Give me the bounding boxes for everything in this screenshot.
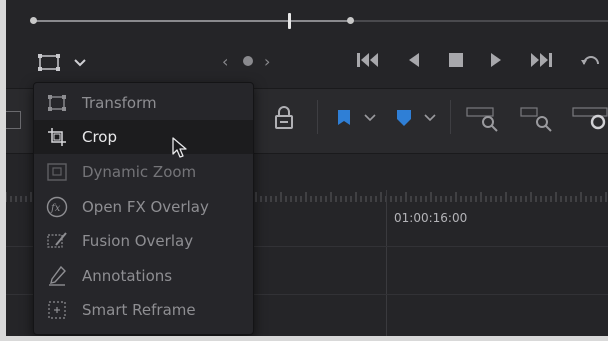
flag-icon[interactable]: [335, 108, 353, 128]
marker-chevron-down-icon[interactable]: [424, 113, 436, 123]
ruler-timecode: 01:00:16:00: [394, 211, 468, 225]
menu-item-label: Dynamic Zoom: [82, 163, 197, 181]
flag-chevron-down-icon[interactable]: [364, 113, 376, 123]
marker-icon[interactable]: [395, 108, 413, 128]
detail-zoom-icon[interactable]: [520, 104, 556, 132]
next-clip-arrow-icon[interactable]: ›: [264, 52, 270, 71]
scrubber-start-dot: [30, 17, 37, 24]
transform-rect-icon: [38, 54, 60, 71]
fx-icon: fx: [46, 196, 68, 218]
menu-item-smart-reframe[interactable]: Smart Reframe: [34, 293, 253, 327]
menu-item-label: Smart Reframe: [82, 301, 196, 319]
crop-icon: [48, 128, 66, 146]
image-border: [0, 336, 608, 341]
menu-item-label: Annotations: [82, 267, 173, 285]
pen-icon: [49, 265, 66, 286]
scrubber-end-dot[interactable]: [347, 17, 354, 24]
menu-item-fusion-overlay[interactable]: Fusion Overlay: [34, 224, 253, 258]
menu-item-label: Transform: [82, 94, 157, 112]
loop-icon[interactable]: [578, 50, 608, 70]
full-extent-zoom-icon[interactable]: [466, 104, 502, 132]
current-clip-dot-icon: [243, 56, 253, 66]
toolbar-edge-icon: [6, 111, 21, 129]
menu-item-label: Open FX Overlay: [82, 198, 209, 216]
playhead-handle[interactable]: [288, 13, 291, 29]
overlay-mode-selector[interactable]: [33, 52, 93, 72]
menu-item-dynamic-zoom[interactable]: Dynamic Zoom: [34, 155, 253, 189]
go-to-end-icon[interactable]: [528, 50, 554, 70]
ruler-major-tick: [386, 190, 387, 336]
stop-icon[interactable]: [446, 50, 466, 70]
play-icon[interactable]: [488, 50, 504, 70]
chevron-down-icon: [74, 59, 86, 67]
overlay-mode-menu: Transform Crop Dynamic Zoom fx Open FX O…: [33, 82, 254, 335]
menu-item-label: Crop: [82, 128, 118, 146]
smart-reframe-icon: [48, 301, 66, 319]
fusion-overlay-icon: [47, 232, 67, 248]
custom-zoom-icon[interactable]: [572, 104, 608, 132]
transform-icon: [48, 95, 66, 111]
menu-item-crop[interactable]: Crop: [34, 120, 253, 154]
scrubber-fill: [33, 20, 351, 22]
menu-item-label: Fusion Overlay: [82, 232, 194, 250]
toolbar-separator: [317, 100, 318, 134]
dynamic-zoom-icon: [47, 163, 67, 181]
menu-item-transform[interactable]: Transform: [34, 86, 253, 120]
previous-clip-arrow-icon[interactable]: ‹: [222, 52, 228, 71]
mouse-pointer-icon: [172, 137, 187, 158]
svg-text:fx: fx: [50, 203, 61, 214]
image-border: [0, 0, 6, 341]
menu-item-annotations[interactable]: Annotations: [34, 259, 253, 293]
go-to-start-icon[interactable]: [356, 50, 382, 70]
menu-item-open-fx-overlay[interactable]: fx Open FX Overlay: [34, 190, 253, 224]
play-reverse-icon[interactable]: [406, 50, 422, 70]
lock-link-icon[interactable]: [271, 106, 297, 132]
toolbar-separator: [450, 100, 451, 134]
